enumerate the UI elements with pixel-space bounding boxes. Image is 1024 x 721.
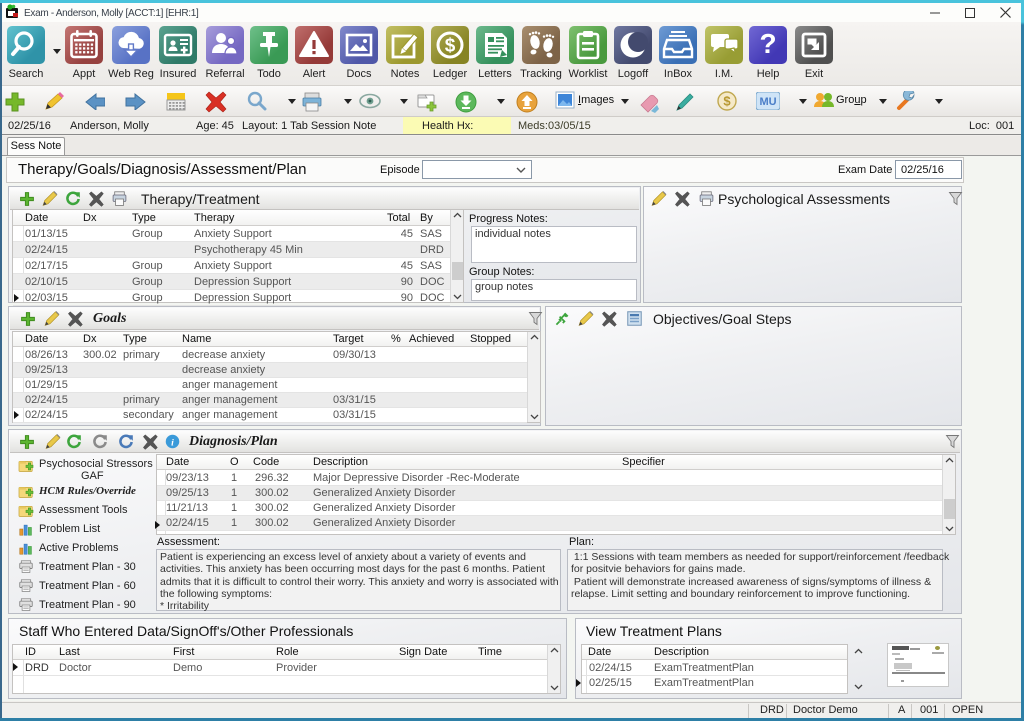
svg-text:$: $ [445,36,456,57]
svg-text:MU: MU [759,96,776,108]
svg-text:i: i [171,437,174,448]
svg-text:?: ? [759,28,776,59]
svg-text:$: $ [723,94,731,109]
